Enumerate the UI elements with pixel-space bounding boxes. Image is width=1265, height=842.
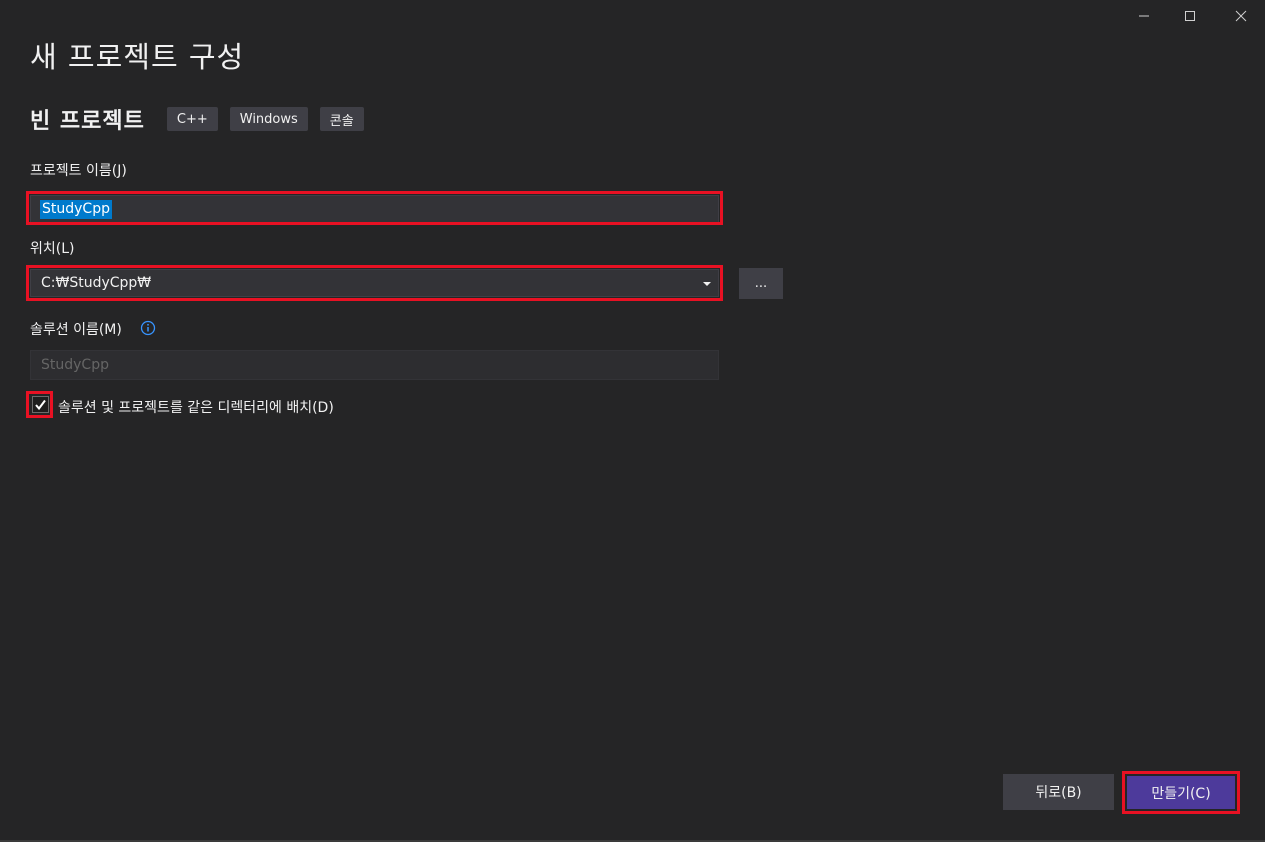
location-label: 위치(L) (30, 241, 75, 257)
checkmark-icon (35, 399, 46, 411)
project-name-value: StudyCpp (40, 200, 112, 219)
back-button[interactable]: 뒤로(B) (1003, 774, 1114, 810)
tag-language: C++ (166, 107, 218, 131)
location-value: C:₩StudyCpp₩ (41, 275, 152, 291)
browse-button[interactable]: ... (739, 268, 783, 299)
same-directory-checkbox[interactable] (32, 396, 49, 413)
create-button[interactable]: 만들기(C) (1127, 776, 1235, 809)
project-name-input[interactable]: StudyCpp (30, 195, 719, 223)
same-directory-label[interactable]: 솔루션 및 프로젝트를 같은 디렉터리에 배치(D) (58, 397, 334, 417)
solution-name-label: 솔루션 이름(M) (30, 322, 122, 338)
location-dropdown[interactable]: C:₩StudyCpp₩ (30, 269, 719, 297)
minimize-icon (1139, 15, 1149, 17)
solution-name-placeholder: StudyCpp (41, 357, 109, 373)
page-title: 새 프로젝트 구성 (30, 40, 245, 74)
tag-project-type: 콘솔 (319, 107, 364, 131)
template-header: 빈 프로젝트 C++ Windows 콘솔 (30, 104, 376, 134)
info-icon[interactable] (140, 320, 156, 336)
solution-name-input[interactable]: StudyCpp (30, 350, 719, 380)
project-name-label: 프로젝트 이름(J) (30, 163, 127, 179)
maximize-icon (1185, 11, 1195, 21)
maximize-button[interactable] (1167, 0, 1213, 32)
minimize-button[interactable] (1121, 0, 1167, 32)
tag-platform: Windows (229, 107, 308, 131)
configure-project-window: 새 프로젝트 구성 빈 프로젝트 C++ Windows 콘솔 프로젝트 이름(… (0, 0, 1265, 842)
close-button[interactable] (1218, 0, 1264, 32)
template-name: 빈 프로젝트 (30, 109, 145, 134)
close-icon (1235, 10, 1247, 22)
chevron-down-icon (703, 282, 711, 286)
